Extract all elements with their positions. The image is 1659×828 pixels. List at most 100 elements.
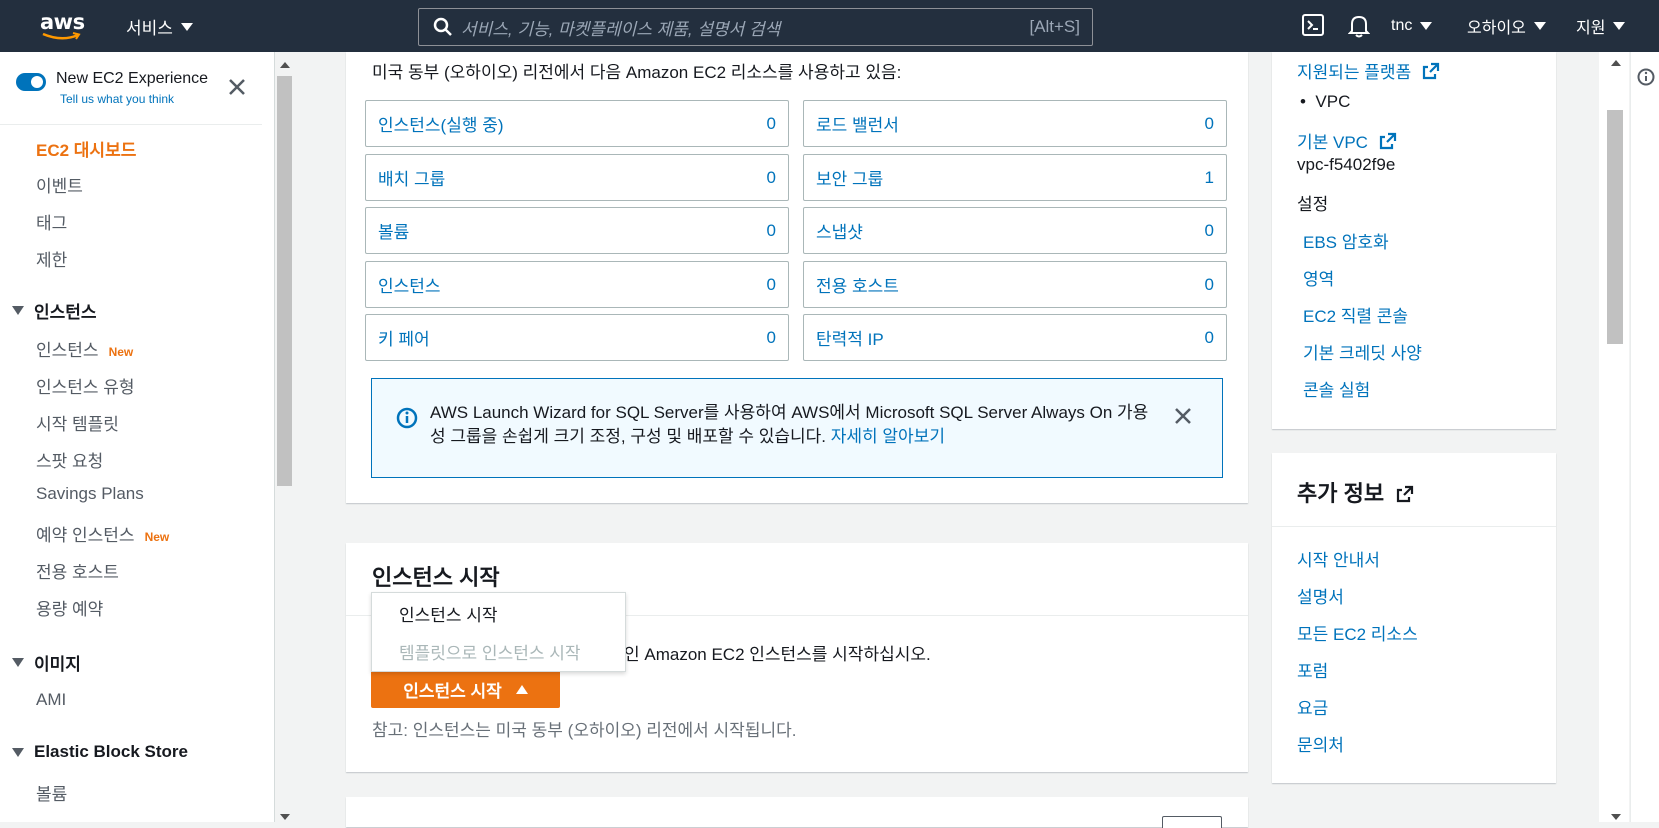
default-credit-link[interactable]: 기본 크레딧 사양	[1303, 339, 1422, 364]
next-panel	[346, 797, 1248, 827]
alert-text: AWS Launch Wizard for SQL Server를 사용하여 A…	[430, 403, 1149, 446]
sidebar: New EC2 Experience Tell us what you thin…	[0, 52, 275, 822]
resource-label: 볼륨	[378, 223, 410, 242]
scroll-up-arrow[interactable]	[280, 62, 290, 68]
resource-label: 스냅샷	[816, 223, 863, 242]
resource-count: 0	[766, 113, 776, 133]
sidebar-item-savings-plans[interactable]: Savings Plans	[36, 484, 144, 504]
pricing-link[interactable]: 요금	[1297, 694, 1328, 719]
sidebar-item-events[interactable]: 이벤트	[36, 172, 83, 197]
link-label: 기본 VPC	[1297, 133, 1368, 152]
services-menu[interactable]: 서비스	[126, 14, 193, 39]
sidebar-scroll-thumb[interactable]	[277, 76, 292, 486]
feedback-link[interactable]: Tell us what you think	[60, 92, 208, 106]
search-input[interactable]: 서비스, 기능, 마켓플레이스 제품, 설명서 검색	[461, 15, 1029, 40]
launch-description: 인 Amazon EC2 인스턴스를 시작하십시오.	[624, 645, 931, 664]
divider	[1272, 526, 1556, 527]
resource-box[interactable]: 탄력적 IP 0	[803, 314, 1227, 361]
resource-box[interactable]: 보안 그룹 1	[803, 154, 1227, 201]
resource-box[interactable]: 로드 밸런서 0	[803, 100, 1227, 147]
external-link-icon	[1397, 485, 1414, 503]
sidebar-section-images[interactable]: 이미지	[12, 650, 81, 675]
resource-count: 0	[1204, 220, 1214, 240]
sidebar-item-launch-templates[interactable]: 시작 템플릿	[36, 410, 119, 435]
info-icon[interactable]	[1637, 68, 1655, 86]
sidebar-item-instances[interactable]: 인스턴스 New	[36, 336, 133, 361]
resource-box[interactable]: 키 페어 0	[365, 314, 789, 361]
scroll-up-arrow[interactable]	[1611, 60, 1621, 66]
section-label: 이미지	[34, 655, 81, 674]
link-label: 지원되는 플랫폼	[1297, 63, 1412, 82]
resource-count: 0	[766, 274, 776, 294]
getting-started-link[interactable]: 시작 안내서	[1297, 546, 1380, 571]
alert-message: AWS Launch Wizard for SQL Server를 사용하여 A…	[430, 401, 1160, 449]
chevron-down-icon	[180, 22, 193, 31]
forums-link[interactable]: 포럼	[1297, 657, 1328, 682]
sidebar-item-dashboard[interactable]: EC2 대시보드	[36, 136, 136, 161]
vpc-id: vpc-f5402f9e	[1297, 155, 1396, 174]
launch-instance-button[interactable]: 인스턴스 시작	[371, 670, 560, 708]
bell-icon[interactable]	[1348, 14, 1370, 38]
ebs-encryption-link[interactable]: EBS 암호화	[1303, 228, 1389, 253]
resource-box[interactable]: 인스턴스(실행 중) 0	[365, 100, 789, 147]
aws-logo[interactable]: aws	[40, 10, 86, 42]
serial-console-link[interactable]: EC2 직렬 콘솔	[1303, 302, 1408, 327]
resource-box[interactable]: 전용 호스트 0	[803, 261, 1227, 308]
info-alert: AWS Launch Wizard for SQL Server를 사용하여 A…	[371, 378, 1223, 478]
sidebar-section-ebs[interactable]: Elastic Block Store	[12, 742, 188, 762]
new-experience-toggle[interactable]	[16, 73, 46, 91]
resource-count: 0	[766, 167, 776, 187]
menu-item-launch-from-template[interactable]: 템플릿으로 인스턴스 시작	[399, 639, 581, 664]
resource-label: 인스턴스(실행 중)	[378, 116, 504, 135]
learn-more-link[interactable]: 자세히 알아보기	[831, 427, 945, 446]
resource-box[interactable]: 볼륨 0	[365, 207, 789, 254]
caret-up-icon	[515, 684, 528, 694]
sidebar-item-volumes[interactable]: 볼륨	[36, 780, 67, 805]
sidebar-item-dedicated-hosts[interactable]: 전용 호스트	[36, 558, 119, 583]
resource-label: 보안 그룹	[816, 170, 884, 189]
resource-count: 0	[766, 220, 776, 240]
sidebar-item-ami[interactable]: AMI	[36, 690, 66, 710]
sidebar-item-tags[interactable]: 태그	[36, 209, 67, 234]
resource-box[interactable]: 스냅샷 0	[803, 207, 1227, 254]
contact-link[interactable]: 문의처	[1297, 731, 1344, 756]
additional-info-title[interactable]: 추가 정보	[1297, 476, 1414, 508]
sidebar-item-label: 인스턴스	[36, 341, 99, 360]
region-menu[interactable]: 오하이오	[1467, 0, 1546, 52]
global-search[interactable]: 서비스, 기능, 마켓플레이스 제품, 설명서 검색 [Alt+S]	[418, 8, 1093, 46]
main-scroll-thumb[interactable]	[1607, 110, 1623, 344]
platform-text: VPC	[1315, 92, 1351, 111]
close-icon[interactable]	[228, 78, 246, 96]
scroll-down-arrow[interactable]	[1611, 814, 1621, 820]
support-menu[interactable]: 지원	[1576, 0, 1626, 52]
documentation-link[interactable]: 설명서	[1297, 583, 1344, 608]
resource-count: 0	[1204, 113, 1214, 133]
close-icon[interactable]	[1174, 407, 1192, 425]
sidebar-section-instances[interactable]: 인스턴스	[12, 298, 97, 323]
default-vpc-link[interactable]: 기본 VPC	[1297, 128, 1397, 153]
panel-button[interactable]	[1162, 816, 1222, 828]
resource-box[interactable]: 인스턴스 0	[365, 261, 789, 308]
console-experiments-link[interactable]: 콘솔 실험	[1303, 376, 1370, 401]
all-ec2-resources-link[interactable]: 모든 EC2 리소스	[1297, 620, 1418, 645]
launch-dropdown-menu: 인스턴스 시작 템플릿으로 인스턴스 시작	[371, 592, 626, 672]
chevron-down-icon	[1420, 22, 1433, 30]
resource-count: 0	[1204, 274, 1214, 294]
cloudshell-icon[interactable]	[1302, 14, 1324, 36]
scroll-down-arrow[interactable]	[280, 814, 290, 820]
new-badge: New	[108, 345, 134, 359]
launch-note: 참고: 인스턴스는 미국 동부 (오하이오) 리전에서 시작됩니다.	[372, 721, 797, 740]
sidebar-item-instance-types[interactable]: 인스턴스 유형	[36, 373, 135, 398]
resource-box[interactable]: 배치 그룹 0	[365, 154, 789, 201]
sidebar-item-reserved-instances[interactable]: 예약 인스턴스 New	[36, 521, 169, 546]
zones-link[interactable]: 영역	[1303, 265, 1334, 290]
sidebar-item-limits[interactable]: 제한	[36, 246, 67, 271]
account-label: tnc	[1391, 17, 1413, 34]
resource-label: 배치 그룹	[378, 170, 446, 189]
supported-platforms-link[interactable]: 지원되는 플랫폼	[1297, 58, 1440, 83]
sidebar-item-spot-requests[interactable]: 스팟 요청	[36, 447, 103, 472]
menu-item-launch-instance[interactable]: 인스턴스 시작	[399, 601, 498, 626]
sidebar-item-capacity-reservations[interactable]: 용량 예약	[36, 595, 103, 620]
account-menu[interactable]: tnc	[1391, 0, 1433, 52]
services-label: 서비스	[126, 19, 173, 38]
